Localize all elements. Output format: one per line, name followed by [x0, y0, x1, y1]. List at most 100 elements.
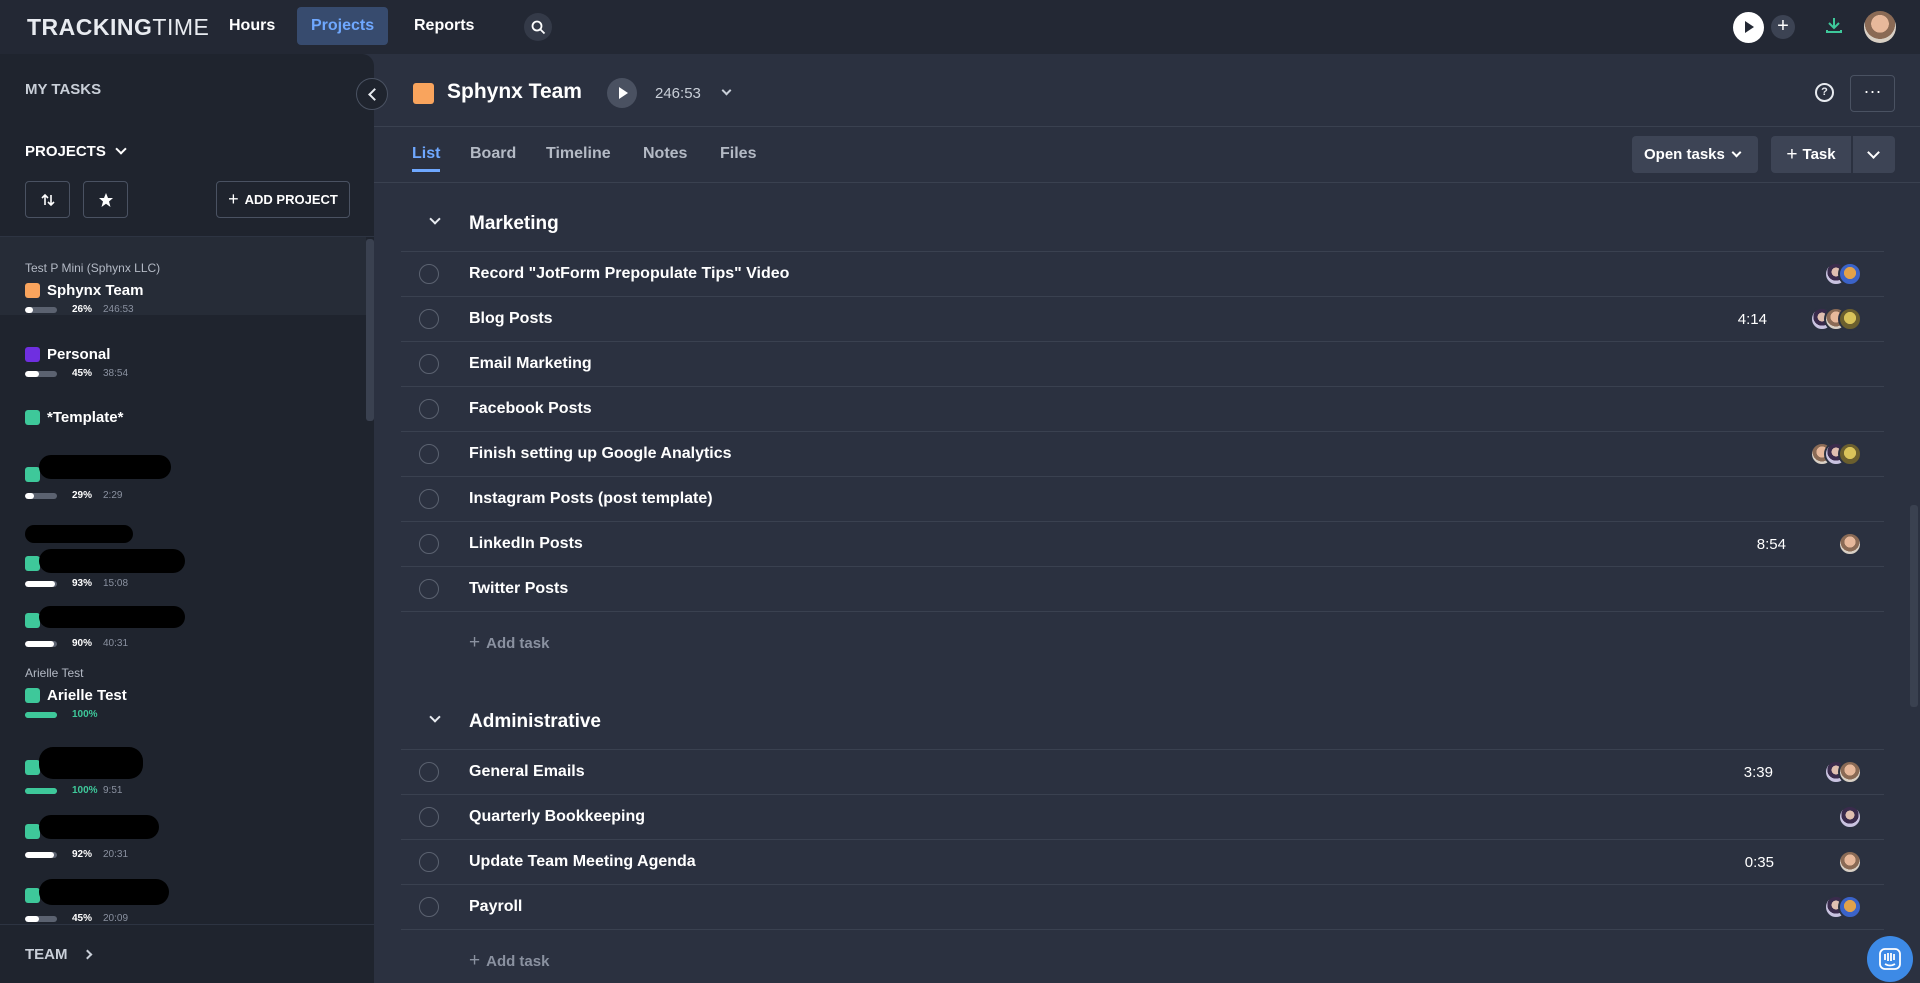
chevron-down-icon[interactable]: [429, 711, 441, 723]
favorites-button[interactable]: [83, 181, 128, 218]
task-name[interactable]: Blog Posts: [469, 310, 553, 328]
logo-light: TIME: [152, 14, 210, 40]
project-item-redacted[interactable]: 93% 15:08: [0, 513, 366, 589]
tab-board[interactable]: Board: [470, 145, 516, 163]
start-timer-button[interactable]: [1733, 12, 1764, 43]
redacted-name: [39, 815, 159, 839]
add-task-link[interactable]: + Add task: [469, 632, 549, 654]
chat-support-button[interactable]: [1867, 936, 1913, 982]
project-item-arielle-test[interactable]: Arielle Test Arielle Test 100%: [0, 661, 366, 731]
nav-reports[interactable]: Reports: [400, 7, 488, 45]
redacted-name: [39, 879, 169, 905]
task-checkbox[interactable]: [419, 534, 439, 554]
more-options-button[interactable]: ···: [1850, 75, 1895, 112]
user-avatar[interactable]: [1864, 11, 1896, 43]
add-task-button[interactable]: + Task: [1771, 136, 1851, 173]
project-item-personal[interactable]: Personal 45% 38:54: [0, 315, 366, 379]
task-row[interactable]: General Emails 3:39: [401, 749, 1884, 794]
task-name[interactable]: Email Marketing: [469, 355, 592, 373]
task-name[interactable]: LinkedIn Posts: [469, 535, 583, 553]
project-item-redacted[interactable]: 90% 40:31: [0, 597, 366, 657]
task-name[interactable]: Quarterly Bookkeeping: [469, 808, 645, 826]
task-name[interactable]: Facebook Posts: [469, 400, 592, 418]
task-checkbox[interactable]: [419, 852, 439, 872]
collapse-sidebar-button[interactable]: [356, 78, 388, 110]
sidebar-scrollbar[interactable]: [366, 239, 374, 421]
tab-files[interactable]: Files: [720, 145, 756, 163]
section-title[interactable]: Administrative: [469, 711, 601, 733]
tab-notes[interactable]: Notes: [643, 145, 687, 163]
project-item-redacted[interactable]: 45% 20:09: [0, 873, 366, 927]
my-tasks-link[interactable]: MY TASKS: [25, 81, 101, 98]
team-link[interactable]: TEAM: [25, 946, 68, 963]
task-row[interactable]: Update Team Meeting Agenda 0:35: [401, 839, 1884, 884]
task-name[interactable]: Payroll: [469, 898, 522, 916]
quick-add-button[interactable]: +: [1771, 15, 1795, 39]
sort-button[interactable]: [25, 181, 70, 218]
task-checkbox[interactable]: [419, 264, 439, 284]
task-checkbox[interactable]: [419, 762, 439, 782]
open-tasks-filter[interactable]: Open tasks: [1632, 136, 1758, 173]
nav-hours[interactable]: Hours: [215, 7, 289, 45]
task-name[interactable]: General Emails: [469, 763, 585, 781]
task-checkbox[interactable]: [419, 399, 439, 419]
project-item-sphynx-team[interactable]: Test P Mini (Sphynx LLC) Sphynx Team 26%…: [0, 237, 366, 315]
project-item-redacted[interactable]: 100% 9:51: [0, 745, 366, 805]
progress-percent: 29%: [72, 490, 93, 501]
task-name[interactable]: Twitter Posts: [469, 580, 568, 598]
chevron-down-icon[interactable]: [429, 213, 441, 225]
task-row[interactable]: Record "JotForm Prepopulate Tips" Video: [401, 251, 1884, 296]
progress-bar: [25, 852, 57, 858]
download-icon[interactable]: [1824, 15, 1844, 40]
task-name[interactable]: Update Team Meeting Agenda: [469, 853, 696, 871]
task-checkbox[interactable]: [419, 897, 439, 917]
task-row[interactable]: Instagram Posts (post template): [401, 476, 1884, 521]
search-button[interactable]: [524, 13, 552, 41]
task-checkbox[interactable]: [419, 579, 439, 599]
task-row[interactable]: LinkedIn Posts 8:54: [401, 521, 1884, 566]
project-play-button[interactable]: [607, 78, 637, 108]
task-row[interactable]: Payroll: [401, 884, 1884, 929]
project-item-redacted[interactable]: 92% 20:31: [0, 809, 366, 869]
project-time: 2:29: [103, 490, 123, 501]
task-row[interactable]: Twitter Posts: [401, 566, 1884, 611]
task-row[interactable]: Blog Posts 4:14: [401, 296, 1884, 341]
task-checkbox[interactable]: [419, 807, 439, 827]
task-checkbox[interactable]: [419, 354, 439, 374]
help-icon[interactable]: ?: [1815, 83, 1834, 102]
main-scrollbar[interactable]: [1910, 505, 1918, 707]
project-item-redacted[interactable]: 29% 2:29: [0, 455, 366, 505]
task-name[interactable]: Finish setting up Google Analytics: [469, 445, 732, 463]
task-row[interactable]: Facebook Posts: [401, 386, 1884, 431]
project-name: *Template*: [47, 409, 124, 426]
task-row[interactable]: Email Marketing: [401, 341, 1884, 386]
task-name[interactable]: Record "JotForm Prepopulate Tips" Video: [469, 265, 789, 283]
task-row[interactable]: Finish setting up Google Analytics: [401, 431, 1884, 476]
tab-timeline[interactable]: Timeline: [546, 145, 611, 163]
divider: [401, 611, 1884, 612]
sort-icon: [40, 193, 55, 206]
avatar: [1838, 532, 1862, 556]
section-title[interactable]: Marketing: [469, 213, 559, 235]
avatar: [1838, 760, 1862, 784]
task-checkbox[interactable]: [419, 489, 439, 509]
add-project-button[interactable]: + ADD PROJECT: [216, 181, 350, 218]
chevron-down-icon[interactable]: [115, 143, 127, 155]
nav-projects[interactable]: Projects: [297, 7, 389, 45]
plus-icon: +: [469, 950, 481, 971]
app-logo[interactable]: TRACKINGTIME: [27, 14, 209, 41]
project-item-template[interactable]: *Template*: [0, 379, 366, 426]
projects-heading[interactable]: PROJECTS: [25, 143, 106, 160]
project-color: [25, 824, 40, 839]
tab-list[interactable]: List: [412, 145, 441, 172]
add-task-dropdown[interactable]: [1853, 136, 1895, 173]
task-checkbox[interactable]: [419, 444, 439, 464]
chevron-right-icon[interactable]: [82, 949, 93, 960]
sidebar: MY TASKS PROJECTS + ADD PROJECT Test P Mi…: [0, 54, 374, 983]
task-checkbox[interactable]: [419, 309, 439, 329]
task-row[interactable]: Quarterly Bookkeeping: [401, 794, 1884, 839]
add-task-link[interactable]: + Add task: [469, 950, 549, 972]
chevron-down-icon[interactable]: [721, 85, 732, 96]
redacted-name: [39, 747, 143, 779]
task-name[interactable]: Instagram Posts (post template): [469, 490, 713, 508]
